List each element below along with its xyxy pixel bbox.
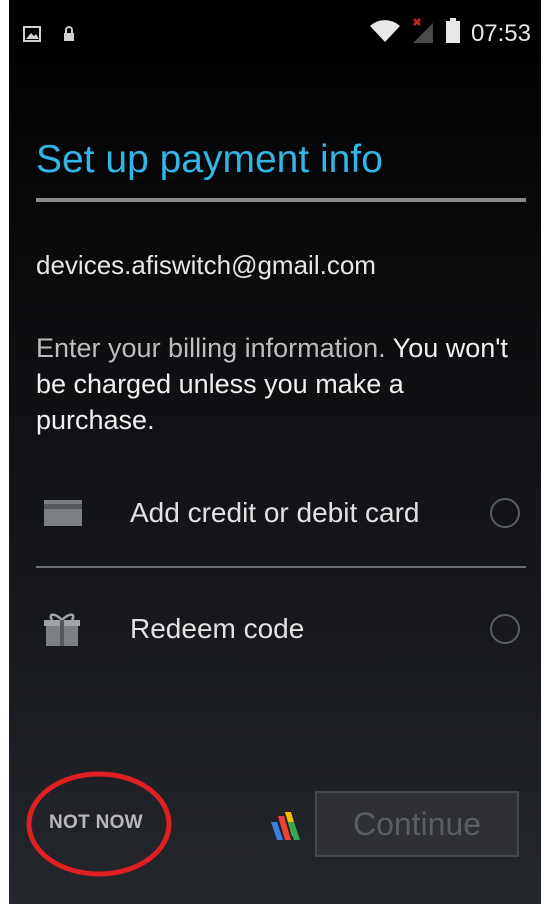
- status-time: 07:53: [470, 19, 531, 47]
- google-wallet-icon: [267, 808, 303, 849]
- title-divider: [36, 198, 526, 202]
- status-bar: 07:53: [9, 0, 541, 62]
- not-now-button[interactable]: NOT NOW: [49, 812, 143, 834]
- account-email: devices.afiswitch@gmail.com: [36, 250, 376, 280]
- options-divider: [36, 566, 526, 568]
- phone-screen: 07:53 Set up payment info devices.afiswi…: [9, 0, 541, 904]
- billing-info-text: Enter your billing information. You won'…: [36, 330, 516, 438]
- option-label-add-card: Add credit or debit card: [130, 497, 420, 528]
- battery-icon: [445, 18, 461, 49]
- credit-card-icon: [44, 500, 102, 526]
- signal-no-service-icon: [411, 18, 435, 49]
- continue-button[interactable]: Continue: [315, 791, 519, 857]
- lock-icon: [63, 26, 75, 47]
- radio-add-card[interactable]: [490, 498, 520, 528]
- option-add-card[interactable]: Add credit or debit card: [36, 468, 526, 558]
- option-label-redeem-code: Redeem code: [130, 613, 305, 644]
- image-icon: [23, 26, 41, 47]
- radio-redeem-code[interactable]: [490, 614, 520, 644]
- page-title: Set up payment info: [36, 138, 383, 181]
- wifi-icon: [369, 19, 401, 48]
- billing-info-intro: Enter your billing information.: [36, 333, 386, 363]
- option-redeem-code[interactable]: Redeem code: [36, 584, 526, 674]
- gift-icon: [44, 612, 102, 646]
